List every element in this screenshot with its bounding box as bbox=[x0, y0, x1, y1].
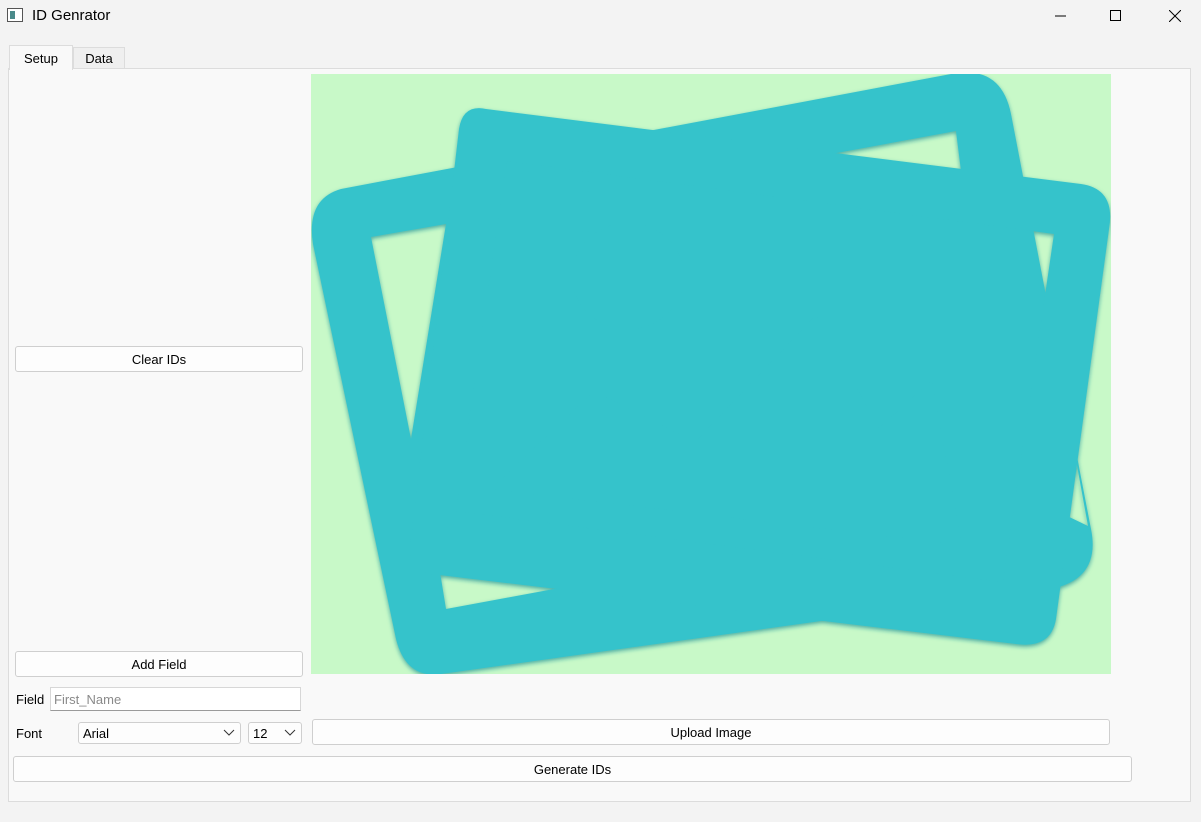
maximize-icon bbox=[1110, 10, 1121, 21]
font-size-value: 12 bbox=[253, 725, 268, 741]
upload-image-button[interactable]: Upload Image bbox=[312, 719, 1110, 745]
chevron-down-icon bbox=[223, 729, 235, 736]
clear-ids-button[interactable]: Clear IDs bbox=[15, 346, 303, 372]
window-title: ID Genrator bbox=[32, 7, 111, 24]
add-field-button[interactable]: Add Field bbox=[15, 651, 303, 677]
minimize-button[interactable] bbox=[1038, 0, 1084, 32]
maximize-button[interactable] bbox=[1093, 0, 1139, 32]
tab-setup[interactable]: Setup bbox=[9, 45, 73, 70]
app-icon bbox=[7, 8, 23, 22]
minimize-icon bbox=[1055, 15, 1066, 17]
field-placeholder: First_Name bbox=[54, 691, 122, 707]
font-size-select[interactable]: 12 bbox=[248, 722, 302, 744]
image-placeholder-icon bbox=[311, 74, 1111, 674]
title-bar: ID Genrator bbox=[0, 0, 1201, 32]
tab-data[interactable]: Data bbox=[73, 47, 125, 69]
font-family-select[interactable]: Arial bbox=[78, 722, 241, 744]
field-input[interactable]: First_Name bbox=[50, 687, 301, 711]
field-label: Field bbox=[16, 692, 45, 707]
generate-ids-button[interactable]: Generate IDs bbox=[13, 756, 1132, 782]
id-image-preview bbox=[311, 74, 1111, 674]
close-icon bbox=[1169, 10, 1181, 22]
font-label: Font bbox=[16, 726, 43, 741]
close-button[interactable] bbox=[1152, 0, 1198, 32]
chevron-down-icon bbox=[284, 729, 296, 736]
font-family-value: Arial bbox=[83, 725, 110, 741]
